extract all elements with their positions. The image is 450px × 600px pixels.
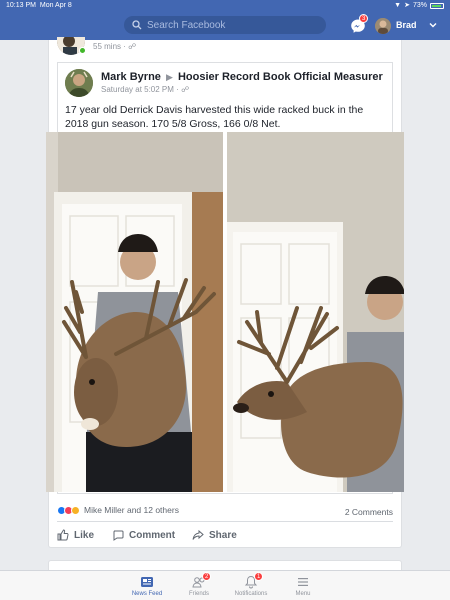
share-icon	[192, 529, 204, 540]
tab-label: Friends	[188, 591, 209, 597]
top-nav-bar: 3 Brad	[0, 12, 450, 40]
author-avatar[interactable]	[65, 69, 93, 97]
notifications-badge: 1	[254, 572, 264, 581]
status-bar: 10:13 PM Mon Apr 8 ▼ ➤ 73%	[0, 0, 450, 12]
friends-badge: 2	[202, 572, 212, 581]
post-timestamp[interactable]: Saturday at 5:02 PM · ☍	[101, 85, 189, 94]
battery-percent: 73%	[412, 2, 427, 9]
photo-image	[46, 132, 223, 492]
globe-icon: ☍	[181, 85, 190, 94]
like-button[interactable]: Like	[57, 529, 94, 541]
reactions-summary[interactable]: Mike Miller and 12 others	[57, 505, 179, 515]
user-name[interactable]: Brad	[396, 20, 417, 30]
share-button[interactable]: Share	[192, 529, 237, 541]
previous-post-header	[57, 37, 87, 59]
chevron-down-icon[interactable]	[428, 20, 438, 30]
tab-label: News Feed	[131, 591, 163, 597]
status-time-date: 10:13 PM Mon Apr 8	[6, 0, 72, 12]
comment-icon	[113, 530, 124, 541]
messenger-button[interactable]: 3	[350, 14, 369, 34]
tab-label: Notifications	[234, 591, 268, 597]
battery-icon	[430, 3, 444, 9]
comment-button[interactable]: Comment	[112, 529, 175, 541]
menu-icon	[298, 578, 308, 586]
messenger-badge: 3	[359, 14, 369, 23]
like-label: Like	[74, 529, 95, 541]
post-photo-right[interactable]	[227, 132, 404, 492]
wow-reaction-icon	[71, 505, 80, 515]
author-name[interactable]: Mark Byrne	[101, 71, 161, 83]
thumbs-up-icon	[57, 529, 69, 541]
status-date: Mon Apr 8	[39, 2, 72, 9]
tab-friends[interactable]: 2 Friends	[174, 572, 224, 597]
divider	[57, 521, 393, 522]
post-header: Mark Byrne ▶ Hoosier Record Book Officia…	[101, 71, 383, 83]
tab-news-feed[interactable]: News Feed	[122, 575, 172, 597]
bottom-tab-bar: News Feed 2 Friends 1 Notifications Menu	[0, 570, 450, 600]
comments-count[interactable]: 2 Comments	[345, 507, 393, 517]
wifi-icon: ▼	[394, 2, 402, 9]
search-box[interactable]	[124, 16, 326, 34]
triangle-right-icon: ▶	[165, 72, 173, 82]
search-icon	[132, 20, 142, 30]
previous-post-time-text: 55 mins ·	[93, 42, 126, 51]
post-time-text: Saturday at 5:02 PM ·	[101, 85, 179, 94]
tab-notifications[interactable]: 1 Notifications	[226, 572, 276, 597]
previous-post-time[interactable]: 55 mins · ☍	[93, 42, 136, 51]
avatar-image	[65, 69, 93, 97]
photo-image	[227, 132, 404, 492]
online-indicator-icon	[79, 47, 86, 54]
comment-label: Comment	[129, 529, 176, 541]
user-avatar[interactable]	[375, 18, 391, 34]
search-input[interactable]	[147, 19, 317, 31]
status-indicators: ▼ ➤ 73%	[394, 0, 444, 12]
tab-label: Menu	[295, 591, 311, 597]
status-time: 10:13 PM	[6, 2, 36, 9]
share-label: Share	[209, 529, 237, 541]
reactions-text: Mike Miller and 12 others	[84, 505, 179, 515]
post-text: 17 year old Derrick Davis harvested this…	[65, 104, 364, 130]
avatar-image	[375, 18, 391, 34]
location-icon: ➤	[404, 2, 410, 9]
tab-menu[interactable]: Menu	[278, 575, 328, 597]
news-feed-icon	[141, 577, 153, 587]
post-photo-left[interactable]	[46, 132, 223, 492]
globe-icon: ☍	[128, 42, 137, 51]
target-group-name[interactable]: Hoosier Record Book Official Measurer	[178, 71, 383, 83]
